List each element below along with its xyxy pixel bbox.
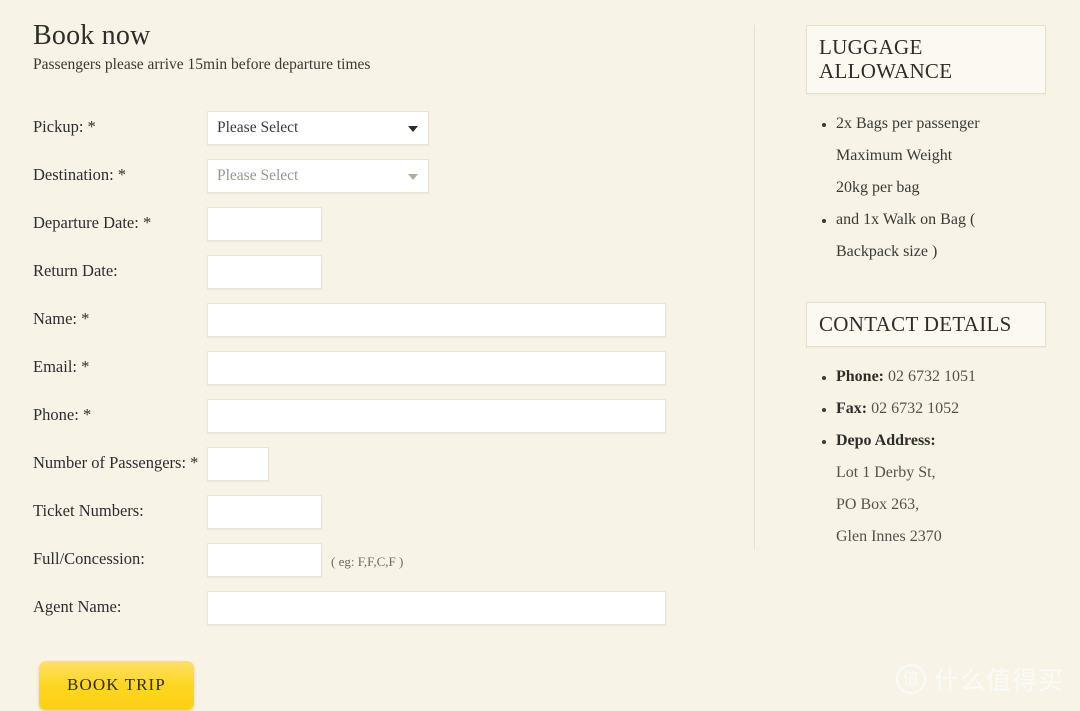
departure-date-input[interactable] [207,207,322,242]
destination-select-box[interactable]: Please Select [207,159,429,194]
destination-select-value: Please Select [217,167,299,185]
luggage-title-line1: LUGGAGE [819,35,923,59]
label-email: Email: * [33,357,90,377]
full-concession-input[interactable] [207,543,322,578]
form-row-destination: Destination: * Please Select [33,159,733,197]
return-date-input[interactable] [207,255,322,290]
contact-details-header: CONTACT DETAILS [806,302,1046,348]
full-concession-hint: ( eg: F,F,C,F ) [331,554,404,570]
label-full-concession: Full/Concession: [33,549,145,569]
luggage-item-1-line1: and 1x Walk on Bag ( [836,211,976,229]
form-subtitle: Passengers please arrive 15min before de… [33,56,371,73]
pickup-select-box[interactable]: Please Select [207,111,429,146]
passengers-input[interactable] [207,447,269,482]
list-item: Phone: 02 6732 1051 [836,361,1046,393]
contact-phone-value: 02 6732 1051 [888,368,976,386]
luggage-allowance-header: LUGGAGE ALLOWANCE [806,25,1046,95]
label-phone: Phone: * [33,405,92,425]
list-item: and 1x Walk on Bag ( Backpack size ) [836,204,1046,268]
ticket-numbers-input[interactable] [207,495,322,530]
list-item: Fax: 02 6732 1052 [836,393,1046,425]
label-passengers: Number of Passengers: * [33,453,199,473]
pickup-select-value: Please Select [217,119,299,137]
form-row-return-date: Return Date: [33,255,733,293]
booking-page: Book now Passengers please arrive 15min … [0,0,1080,711]
contact-address-line3: Glen Innes 2370 [836,528,942,546]
booking-form: Book now Passengers please arrive 15min … [33,18,733,711]
label-destination: Destination: * [33,165,127,185]
label-departure-date: Departure Date: * [33,213,152,233]
watermark-logo-icon: 值 [895,664,926,694]
contact-address-line1: Lot 1 Derby St, [836,464,936,482]
book-trip-button[interactable]: BOOK TRIP [39,661,194,711]
list-item: Depo Address: Lot 1 Derby St, PO Box 263… [836,425,1046,553]
luggage-item-1-line2: Backpack size ) [836,243,938,261]
contact-details-title: CONTACT DETAILS [819,312,1012,337]
column-divider [754,25,755,550]
luggage-item-0-line1: 2x Bags per passenger [836,115,980,133]
pickup-select[interactable]: Please Select [207,111,429,146]
agent-name-input[interactable] [207,591,666,626]
label-name: Name: * [33,309,90,329]
contact-fax-label: Fax: [836,400,868,418]
watermark: 值 什么值得买 [895,661,1064,697]
watermark-text: 什么值得买 [933,666,1064,695]
email-input[interactable] [207,351,666,386]
page-title: Book now [33,20,151,51]
contact-details-list: Phone: 02 6732 1051 Fax: 02 6732 1052 De… [806,361,1046,553]
luggage-item-0-line3: 20kg per bag [836,179,920,197]
form-row-phone: Phone: * [33,399,733,437]
sidebar: LUGGAGE ALLOWANCE 2x Bags per passenger … [806,25,1046,553]
form-row-agent-name: Agent Name: [33,591,733,629]
label-return-date: Return Date: [33,261,118,281]
luggage-allowance-list: 2x Bags per passenger Maximum Weight 20k… [806,108,1046,268]
contact-phone-label: Phone: [836,368,884,386]
list-item: 2x Bags per passenger Maximum Weight 20k… [836,108,1046,204]
luggage-item-0-line2: Maximum Weight [836,147,953,165]
phone-input[interactable] [207,399,666,434]
contact-address-label: Depo Address: [836,432,936,450]
form-row-pickup: Pickup: * Please Select [33,111,733,149]
luggage-title-line2: ALLOWANCE [819,59,953,84]
contact-address-line2: PO Box 263, [836,496,920,514]
label-agent-name: Agent Name: [33,597,122,617]
form-row-departure-date: Departure Date: * [33,207,733,245]
luggage-allowance-title: LUGGAGE ALLOWANCE [819,35,1033,83]
name-input[interactable] [207,303,666,338]
form-row-ticket-numbers: Ticket Numbers: [33,495,733,533]
label-ticket-numbers: Ticket Numbers: [33,501,144,521]
form-row-passengers: Number of Passengers: * [33,447,733,485]
label-pickup: Pickup: * [33,117,96,137]
form-row-email: Email: * [33,351,733,389]
form-row-name: Name: * [33,303,733,341]
destination-select[interactable]: Please Select [207,159,429,194]
form-row-full-concession: Full/Concession: ( eg: F,F,C,F ) [33,543,733,581]
contact-fax-value: 02 6732 1052 [871,400,960,418]
